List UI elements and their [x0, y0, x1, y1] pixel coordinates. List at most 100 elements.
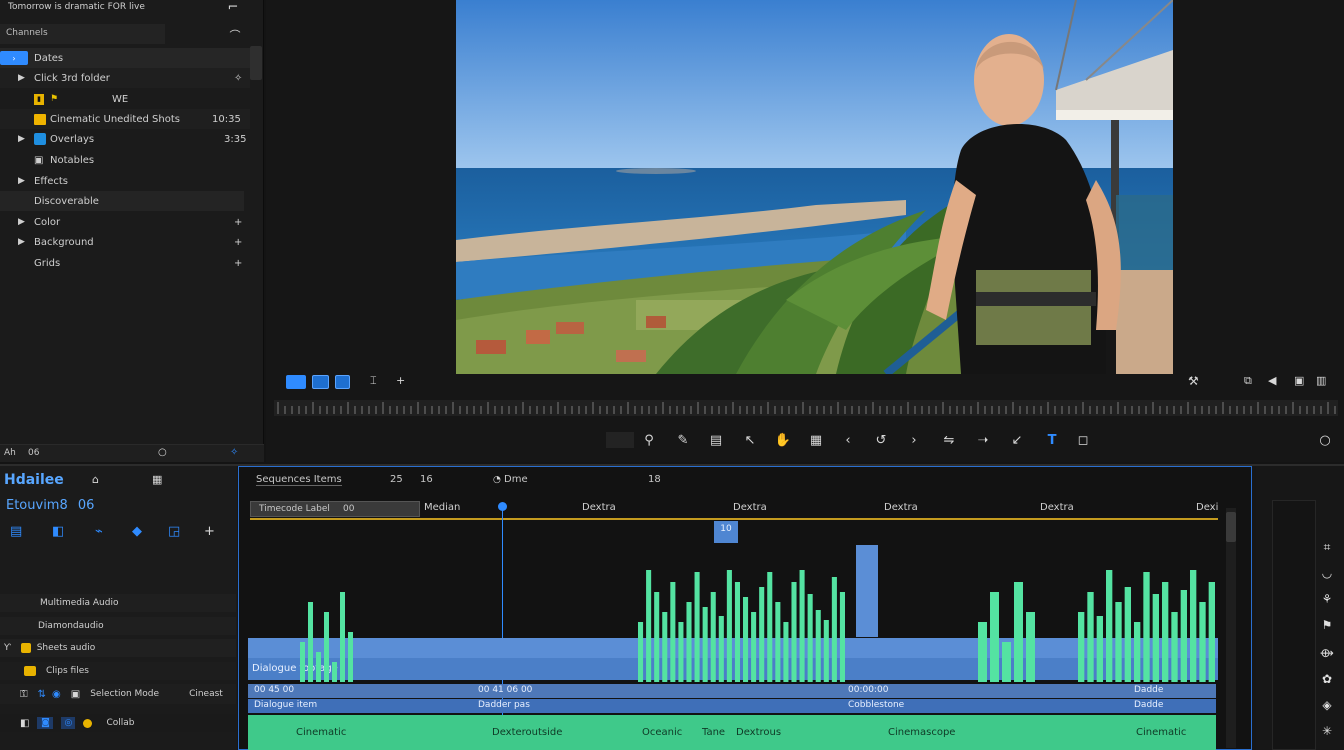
add-icon[interactable]: +: [396, 374, 405, 387]
razor-icon[interactable]: ↖: [741, 431, 759, 449]
transform-icon[interactable]: ⟴: [1318, 645, 1336, 661]
crop-icon[interactable]: ⌗: [1318, 539, 1336, 555]
zoom-icon[interactable]: ⚲: [640, 431, 658, 449]
step-back-icon[interactable]: ‹: [839, 431, 857, 449]
grid-button[interactable]: [335, 375, 350, 389]
scrollbar[interactable]: [250, 46, 262, 80]
tab-extra[interactable]: 18: [648, 474, 661, 485]
mute-icon[interactable]: ◧: [20, 718, 29, 729]
tab-third[interactable]: 16: [420, 474, 433, 485]
timeline-scrollbar[interactable]: [1226, 508, 1236, 748]
settings-icon[interactable]: ✧: [234, 73, 242, 84]
expand-arrow-icon[interactable]: ▶: [18, 217, 25, 227]
timecode-display[interactable]: [606, 432, 634, 448]
close-icon[interactable]: ⌐: [226, 0, 240, 15]
audio-clip-green[interactable]: Cinematic Dexteroutside Oceanic Tane Dex…: [248, 715, 1216, 750]
comment-icon[interactable]: ◻: [1074, 431, 1092, 449]
add-icon[interactable]: +: [234, 237, 242, 248]
layout-button[interactable]: [312, 375, 329, 389]
list-item[interactable]: Grids +: [0, 253, 250, 273]
clip-icon[interactable]: ▣: [71, 689, 80, 700]
settings-icon[interactable]: ✧: [230, 447, 238, 458]
track-header[interactable]: Diamondaudio: [0, 617, 236, 635]
list-item[interactable]: ▶ Click 3rd folder ✧: [0, 68, 250, 88]
marker-icon[interactable]: ⌶: [370, 374, 377, 388]
audio-icon[interactable]: ◀: [1268, 374, 1276, 387]
stack-icon[interactable]: ▦: [807, 431, 825, 449]
curve-icon[interactable]: ◡: [1318, 565, 1336, 581]
link-icon[interactable]: ↙: [1008, 431, 1026, 449]
list-item[interactable]: ▣ Notables: [0, 150, 250, 170]
settings-icon[interactable]: ✳: [1318, 723, 1336, 739]
eye-icon[interactable]: ◉: [52, 689, 61, 700]
in-point-bar[interactable]: Timecode Label 00: [250, 501, 420, 517]
list-item[interactable]: ▮ ⚑ WE: [0, 89, 250, 109]
timeline-marker[interactable]: 10: [714, 521, 738, 543]
view-mode-button[interactable]: [286, 375, 306, 389]
hand-icon[interactable]: ✋: [774, 431, 792, 449]
add-track-icon[interactable]: +: [204, 524, 215, 539]
tab-sequences[interactable]: Sequences Items: [256, 474, 342, 486]
waveform-bar: [316, 652, 321, 682]
text-tool-icon[interactable]: T: [1043, 431, 1061, 449]
export-frame-icon[interactable]: ⧉: [1244, 374, 1252, 388]
bars-icon[interactable]: ▥: [1316, 374, 1326, 387]
search-icon[interactable]: ○: [1316, 431, 1334, 449]
pen-icon[interactable]: ✎: [674, 431, 692, 449]
sequence-label[interactable]: Etouvim8 06: [6, 498, 94, 513]
snap-icon[interactable]: ⌁: [95, 524, 103, 539]
grid-icon[interactable]: ▦: [152, 473, 162, 486]
insert-icon[interactable]: ▤: [10, 524, 22, 539]
search-icon[interactable]: ○: [158, 447, 167, 458]
list-item[interactable]: ▶ Effects: [0, 171, 250, 191]
color-icon[interactable]: ✿: [1318, 671, 1336, 687]
list-item[interactable]: ▶ Overlays 3:35: [0, 129, 250, 149]
track-header[interactable]: ◧ ◙ ◎ Collab: [0, 714, 236, 732]
timecode-label[interactable]: ◔ Dme: [493, 474, 528, 485]
home-icon[interactable]: ⌂: [92, 473, 99, 486]
expand-arrow-icon[interactable]: ▶: [18, 134, 25, 144]
lock-icon[interactable]: ⚿: [20, 689, 28, 700]
playhead-handle[interactable]: [498, 502, 507, 511]
list-item[interactable]: ▶ Background +: [0, 232, 250, 252]
add-icon[interactable]: +: [234, 258, 242, 269]
loop-icon[interactable]: ↺: [872, 431, 890, 449]
work-area-bar[interactable]: [250, 518, 1218, 520]
refresh-icon[interactable]: ⌒: [228, 28, 242, 42]
marker-add-icon[interactable]: ◲: [168, 524, 180, 539]
sync-icon[interactable]: ⇅: [38, 689, 46, 700]
track-header[interactable]: ⚿ ⇅ ◉ ▣ Selection Mode Cineast: [0, 684, 236, 704]
track-header[interactable]: Clips files: [0, 662, 236, 680]
search-input[interactable]: Channels: [0, 24, 165, 44]
wrench-icon[interactable]: ⚒: [1188, 374, 1199, 388]
record-icon[interactable]: ◎: [61, 717, 76, 729]
arrow-icon[interactable]: ➝: [974, 431, 992, 449]
track-header[interactable]: Multimedia Audio: [0, 594, 236, 612]
clip-row[interactable]: Dialogue item Dadder pas Cobblestone Dad…: [248, 699, 1216, 713]
track-header[interactable]: Ƴ Sheets audio: [0, 639, 236, 657]
ripple-icon[interactable]: ⇋: [940, 431, 958, 449]
shield-icon[interactable]: ◈: [1318, 697, 1336, 713]
expand-arrow-icon[interactable]: ▶: [18, 176, 25, 186]
link-clips-icon[interactable]: ◆: [132, 524, 142, 539]
list-item[interactable]: Discoverable: [0, 191, 244, 211]
flag-icon[interactable]: ⚑: [1318, 617, 1336, 633]
waveform-bar: [1115, 602, 1122, 682]
overwrite-icon[interactable]: ◧: [52, 524, 64, 539]
list-item[interactable]: ▶ Color +: [0, 212, 250, 232]
expand-arrow-icon[interactable]: ▶: [18, 237, 25, 247]
fx-icon[interactable]: ⚘: [1318, 591, 1336, 607]
add-icon[interactable]: +: [234, 217, 242, 228]
list-item[interactable]: Cinematic Unedited Shots 10:35: [0, 109, 250, 129]
expand-arrow-icon[interactable]: ▶: [18, 73, 25, 83]
tab-second[interactable]: 25: [390, 474, 403, 485]
camera-icon[interactable]: ▣: [1294, 374, 1304, 387]
clip-row[interactable]: 00 45 00 00 41 06 00 00:00:00 Dadde: [248, 684, 1216, 698]
solo-icon[interactable]: ◙: [37, 717, 54, 729]
step-forward-icon[interactable]: ›: [905, 431, 923, 449]
list-item[interactable]: › Dates: [0, 48, 250, 68]
audio-waveform[interactable]: [248, 560, 1218, 682]
clip-icon[interactable]: ▤: [707, 431, 725, 449]
video-frame[interactable]: [456, 0, 1173, 374]
scrub-ruler[interactable]: [274, 398, 1338, 418]
